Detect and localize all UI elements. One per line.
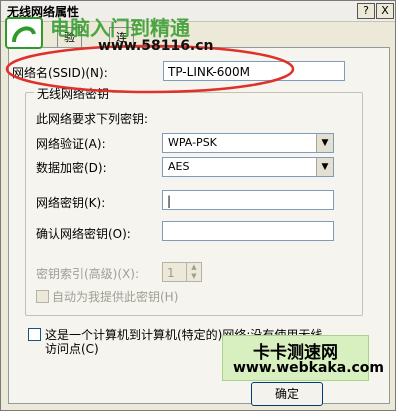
top-url-watermark: www.58116.cn (98, 38, 214, 54)
speedtest-stamp: 卡卡测速网 www.webkaka.com (222, 335, 384, 381)
brand-logo (5, 17, 43, 49)
stamp-url: www.webkaka.com (233, 360, 385, 376)
top-brand-watermark: 电脑入门到精通 (50, 16, 190, 40)
logo-frame (5, 17, 43, 49)
